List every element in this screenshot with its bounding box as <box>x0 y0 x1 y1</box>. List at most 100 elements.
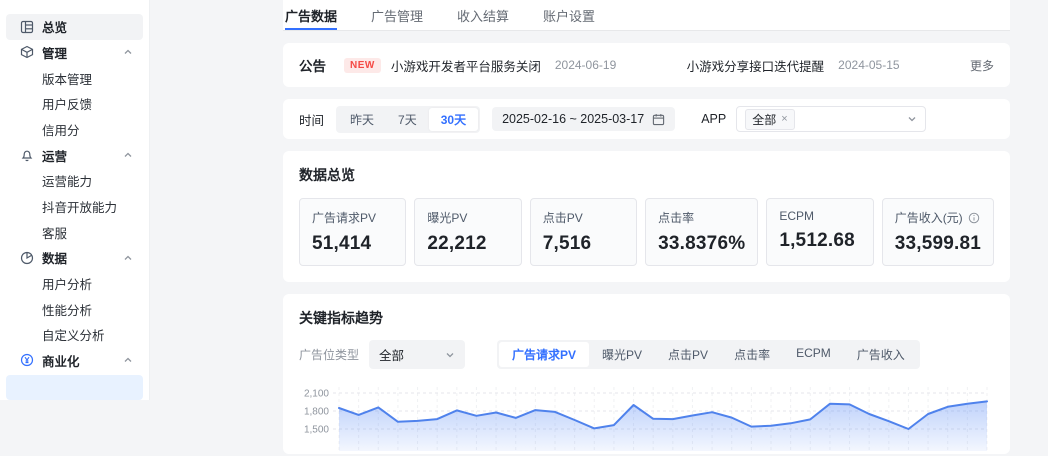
tab-account-settings[interactable]: 账户设置 <box>543 0 595 30</box>
sidebar-item-user-feedback[interactable]: 用户反馈 <box>6 91 143 117</box>
metric-click-rate: 点击率 33.8376% <box>645 198 759 266</box>
announcement-link-2[interactable]: 小游戏分享接口迭代提醒 <box>687 56 825 75</box>
sidebar-group-monetization[interactable]: 商业化 <box>6 348 143 374</box>
metric-value: 7,516 <box>542 233 592 254</box>
app-tag-all: 全部 × <box>745 108 795 130</box>
sidebar-item-label: 数据 <box>42 252 68 267</box>
sidebar-item-label: 用户反馈 <box>42 98 93 113</box>
sidebar-item-overview[interactable]: 总览 <box>6 14 143 40</box>
overview-title: 数据总览 <box>299 167 355 183</box>
metric-label: 广告请求PV <box>312 211 377 225</box>
tab-ad-data[interactable]: 广告数据 <box>285 0 338 30</box>
metric-value: 33.8376% <box>658 233 746 254</box>
range-30d-button[interactable]: 30天 <box>428 107 479 131</box>
tab-ad-manage[interactable]: 广告管理 <box>371 0 423 30</box>
mtab-click-rate[interactable]: 点击率 <box>721 342 783 367</box>
time-range-segmented: 昨天 7天 30天 <box>336 105 481 133</box>
metric-ad-revenue: 广告收入(元) 33,599.81 <box>881 198 995 266</box>
metric-value: 1,512.68 <box>779 230 855 251</box>
sidebar-item-selected-partial[interactable] <box>6 375 143 400</box>
new-badge: NEW <box>344 57 381 73</box>
sidebar-item-label: 自定义分析 <box>42 329 105 344</box>
announcement-label: 公告 <box>299 59 326 74</box>
trend-title: 关键指标趋势 <box>299 310 383 326</box>
app-multiselect[interactable]: 全部 × <box>736 106 927 132</box>
chevron-up-icon <box>123 150 133 160</box>
date-range-picker[interactable]: 2025-02-16 ~ 2025-03-17 <box>492 107 676 131</box>
sidebar-item-operation-ability[interactable]: 运营能力 <box>6 168 143 194</box>
sidebar: 总览 管理 版本管理 用户反馈 信用分 运营 运营能力 抖音开放能力 客服 数据… <box>0 0 150 400</box>
metric-label: 曝光PV <box>427 211 468 225</box>
metric-value: 33,599.81 <box>894 233 982 254</box>
pie-icon <box>20 251 34 265</box>
metric-label: 广告收入(元) <box>894 211 963 225</box>
trend-controls: 广告位类型 全部 广告请求PV 曝光PV 点击PV 点击率 ECPM 广告收入 <box>299 340 994 369</box>
metric-impression-pv: 曝光PV 22,212 <box>414 198 522 266</box>
sidebar-item-label: 性能分析 <box>42 303 93 318</box>
sidebar-item-label: 版本管理 <box>42 72 93 87</box>
tag-close-icon[interactable]: × <box>781 113 787 125</box>
sidebar-item-performance-analysis[interactable]: 性能分析 <box>6 296 143 322</box>
info-icon[interactable] <box>968 212 980 224</box>
ad-slot-type-value: 全部 <box>379 349 405 363</box>
announcement-link-1[interactable]: 小游戏开发者平台服务关闭 <box>391 56 541 75</box>
mtab-ecpm[interactable]: ECPM <box>783 342 844 367</box>
mtab-impression-pv[interactable]: 曝光PV <box>589 342 655 367</box>
mtab-ad-revenue[interactable]: 广告收入 <box>844 342 918 367</box>
sidebar-item-label: 管理 <box>42 46 68 61</box>
metric-click-pv: 点击PV 7,516 <box>529 198 638 266</box>
dashboard-icon <box>20 20 34 34</box>
svg-text:1,500: 1,500 <box>304 425 329 436</box>
chevron-down-icon <box>907 114 917 124</box>
trend-metric-tabs: 广告请求PV 曝光PV 点击PV 点击率 ECPM 广告收入 <box>497 340 920 369</box>
sidebar-item-label: 抖音开放能力 <box>42 200 118 215</box>
announcement-date-1: 2024-06-19 <box>554 58 617 72</box>
main-content: 广告数据 广告管理 收入结算 账户设置 公告 NEW 小游戏开发者平台服务关闭 … <box>150 0 1048 454</box>
announcement-more-link[interactable]: 更多 <box>970 57 994 74</box>
time-filter-label: 时间 <box>299 113 325 128</box>
sidebar-item-label: 信用分 <box>42 123 80 138</box>
sidebar-item-label: 总览 <box>42 21 68 36</box>
line-chart: 2,100 1,800 1,500 <box>304 387 988 451</box>
bell-icon <box>20 148 34 162</box>
trend-chart: 2,100 1,800 1,500 <box>299 381 994 456</box>
announcement-date-2: 2024-05-15 <box>838 58 900 72</box>
cube-icon <box>20 45 34 59</box>
data-overview-card: 数据总览 广告请求PV 51,414 曝光PV 22,212 点击PV 7,51… <box>283 151 1010 282</box>
chevron-down-icon <box>445 350 455 360</box>
sidebar-group-data[interactable]: 数据 <box>6 245 143 271</box>
sidebar-item-label: 用户分析 <box>42 277 93 292</box>
sidebar-item-label: 客服 <box>42 226 68 241</box>
metric-ecpm: ECPM 1,512.68 <box>766 198 874 266</box>
mtab-ad-request-pv[interactable]: 广告请求PV <box>499 342 590 367</box>
coin-icon <box>20 353 34 367</box>
sidebar-item-version-manage[interactable]: 版本管理 <box>6 65 143 91</box>
sidebar-item-credit-score[interactable]: 信用分 <box>6 117 143 143</box>
calendar-icon <box>652 113 665 126</box>
sidebar-item-label: 运营能力 <box>42 175 93 190</box>
sidebar-group-operation[interactable]: 运营 <box>6 142 143 168</box>
announcement-bar: 公告 NEW 小游戏开发者平台服务关闭 2024-06-19 小游戏分享接口迭代… <box>283 43 1010 87</box>
range-yesterday-button[interactable]: 昨天 <box>338 108 386 131</box>
tab-income-settlement[interactable]: 收入结算 <box>457 0 509 30</box>
sidebar-item-user-analysis[interactable]: 用户分析 <box>6 271 143 297</box>
range-7d-button[interactable]: 7天 <box>386 108 429 131</box>
sidebar-item-douyin-open-ability[interactable]: 抖音开放能力 <box>6 194 143 220</box>
top-tabs: 广告数据 广告管理 收入结算 账户设置 <box>283 0 1010 31</box>
metric-cards: 广告请求PV 51,414 曝光PV 22,212 点击PV 7,516 点击率… <box>299 198 995 266</box>
ad-slot-type-select[interactable]: 全部 <box>369 340 466 369</box>
filter-bar: 时间 昨天 7天 30天 2025-02-16 ~ 2025-03-17 APP… <box>283 99 1010 139</box>
chevron-up-icon <box>123 253 133 263</box>
app-tag-label: 全部 <box>752 112 777 127</box>
app-filter-label: APP <box>701 112 727 126</box>
metric-value: 51,414 <box>312 233 372 254</box>
sidebar-item-custom-analysis[interactable]: 自定义分析 <box>6 322 143 348</box>
metric-ad-request-pv: 广告请求PV 51,414 <box>299 198 407 266</box>
ad-slot-type-label: 广告位类型 <box>299 348 360 362</box>
mtab-click-pv[interactable]: 点击PV <box>655 342 721 367</box>
sidebar-group-manage[interactable]: 管理 <box>6 40 143 66</box>
chevron-up-icon <box>123 47 133 57</box>
metric-value: 22,212 <box>427 233 487 254</box>
svg-text:2,100: 2,100 <box>304 389 329 400</box>
sidebar-item-customer-service[interactable]: 客服 <box>6 219 143 245</box>
